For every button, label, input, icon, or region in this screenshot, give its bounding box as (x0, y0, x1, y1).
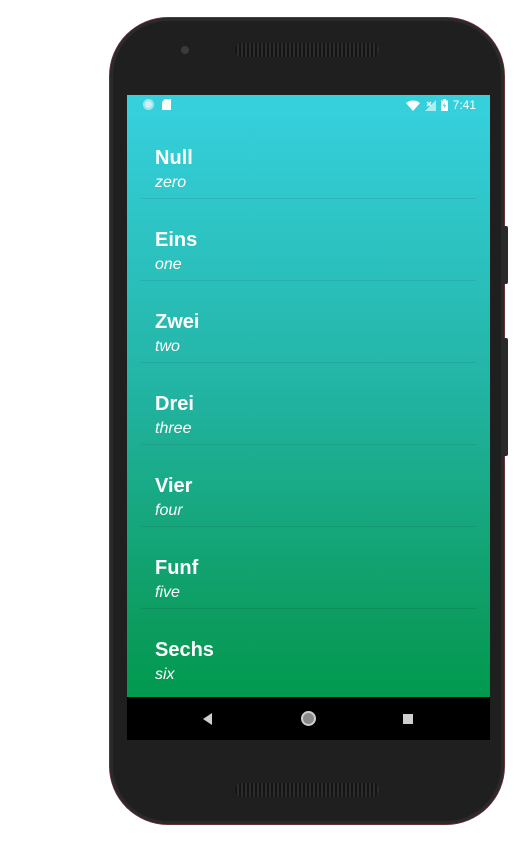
number-list-screen: Null zero Eins one Zwei two Drei three Vier four F… (127, 117, 490, 697)
list-item[interactable]: Vier four (141, 445, 476, 527)
german-word: Funf (155, 557, 199, 579)
list-item[interactable]: Sechs six (141, 609, 476, 690)
english-translation: five (155, 584, 180, 601)
list-item[interactable]: Zwei two (141, 281, 476, 363)
english-translation: four (155, 502, 183, 519)
status-bar: 7:41 (127, 95, 490, 117)
english-translation: one (155, 256, 182, 273)
english-translation: three (155, 420, 192, 437)
home-button[interactable] (283, 697, 333, 740)
signal-icon (424, 99, 436, 111)
power-button[interactable] (502, 226, 508, 284)
home-icon (300, 711, 316, 726)
notification-circle-icon (143, 99, 154, 110)
number-list: Null zero Eins one Zwei two Drei three Vier four F… (141, 117, 476, 690)
recents-icon (403, 713, 413, 724)
back-icon (202, 712, 212, 725)
front-camera-icon (181, 46, 189, 54)
english-translation: two (155, 338, 180, 355)
german-word: Sechs (155, 639, 214, 661)
page: 7:41 Null zero Eins one Zwei two Drei three Vier… (0, 0, 516, 843)
volume-button[interactable] (502, 338, 508, 456)
back-button[interactable] (182, 697, 232, 740)
list-item[interactable]: Drei three (141, 363, 476, 445)
english-translation: six (155, 666, 175, 683)
german-word: Eins (155, 229, 198, 251)
list-item[interactable]: Eins one (141, 199, 476, 281)
battery-icon (440, 99, 448, 111)
top-speaker (235, 43, 379, 57)
list-item[interactable]: Funf five (141, 527, 476, 609)
navigation-bar (127, 697, 490, 740)
screen: 7:41 Null zero Eins one Zwei two Drei three Vier… (127, 95, 490, 740)
status-time: 7:41 (452, 98, 476, 112)
german-word: Zwei (155, 311, 200, 333)
recents-button[interactable] (383, 697, 433, 740)
wifi-icon (405, 100, 420, 111)
german-word: Drei (155, 393, 194, 415)
bottom-speaker (235, 783, 379, 797)
english-translation: zero (155, 174, 187, 191)
german-word: Null (155, 147, 193, 169)
german-word: Vier (155, 475, 193, 497)
list-item[interactable]: Null zero (141, 117, 476, 199)
sd-card-icon (162, 99, 171, 110)
